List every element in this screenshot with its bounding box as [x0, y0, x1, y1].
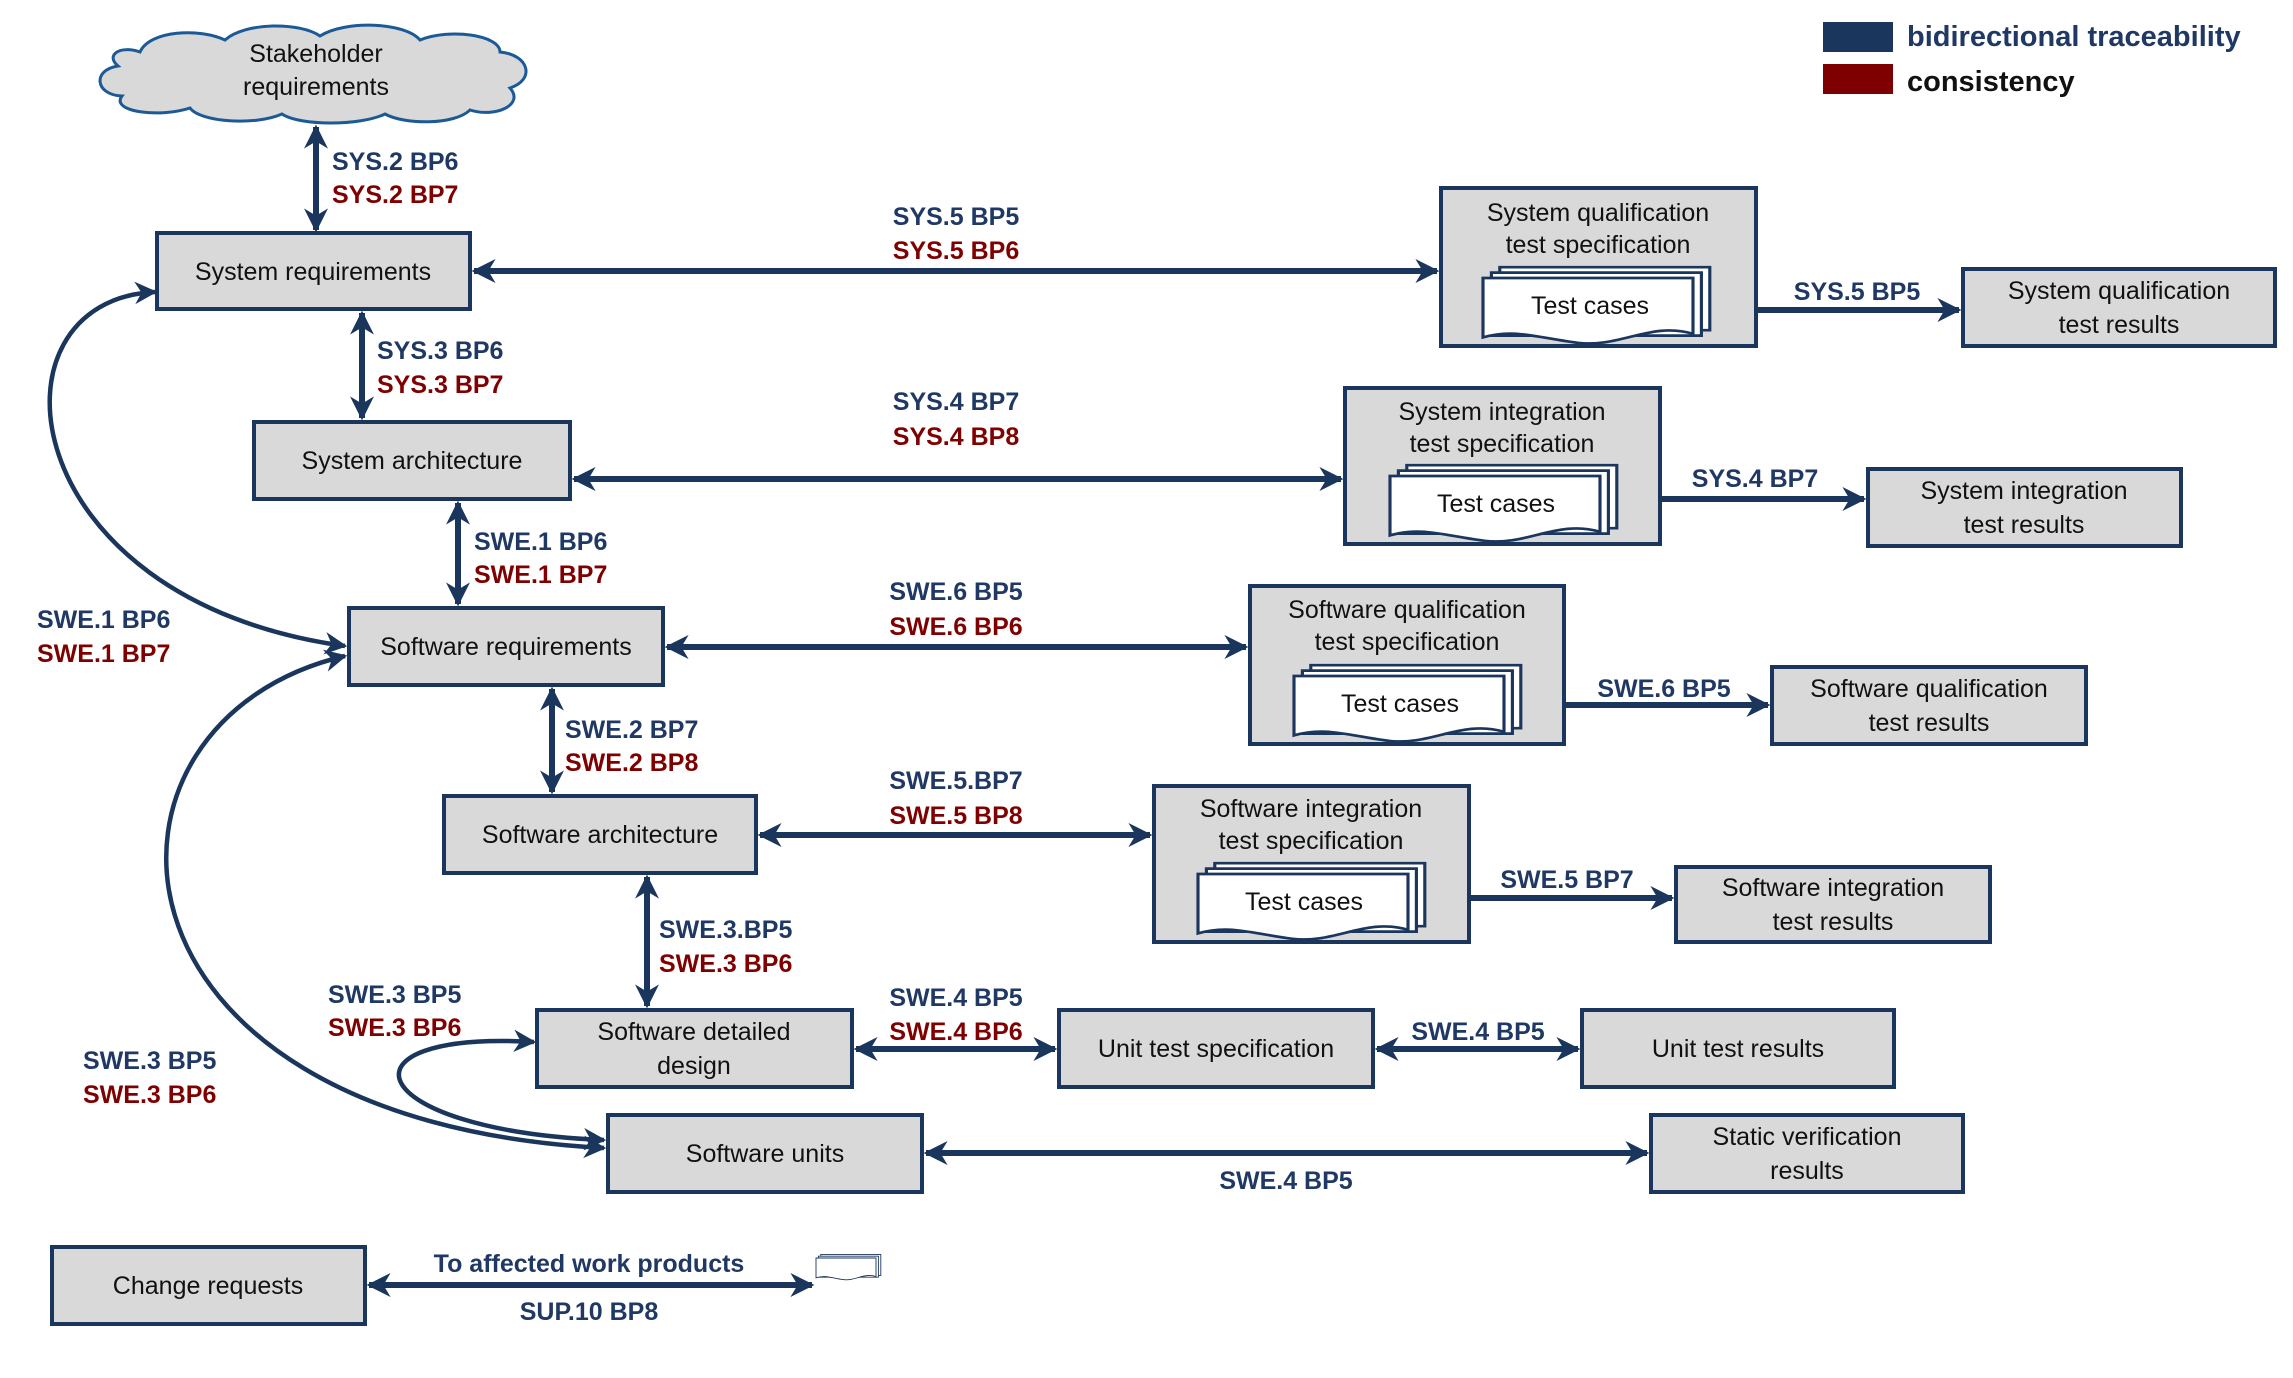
- label-consistency: SWE.3 BP6: [83, 1081, 216, 1109]
- node-label-line2: test specification: [1219, 827, 1404, 855]
- legend: bidirectional traceability consistency: [1823, 21, 2241, 98]
- node-label-line1: System qualification: [2008, 277, 2230, 305]
- node-software-qualification-test-results[interactable]: Software qualification test results: [1770, 665, 2088, 746]
- node-label-line2: test results: [1964, 511, 2085, 539]
- node-label-line1: Software integration: [1200, 795, 1422, 823]
- label-consistency: SWE.4 BP6: [889, 1018, 1022, 1046]
- node-software-units[interactable]: Software units: [606, 1113, 924, 1194]
- node-label-line2: test results: [1869, 709, 1990, 737]
- label-consistency: SYS.4 BP8: [893, 423, 1020, 451]
- node-label: System architecture: [302, 447, 523, 475]
- label-consistency: SWE.5 BP8: [889, 802, 1022, 830]
- label-trace: SWE.6 BP5: [1597, 675, 1730, 703]
- node-label-line1: Software qualification: [1810, 675, 2048, 703]
- node-label-line1: System qualification: [1487, 199, 1709, 227]
- label-consistency: SYS.5 BP6: [893, 237, 1019, 265]
- node-label-line2: test specification: [1506, 231, 1691, 259]
- node-label-line2: test specification: [1315, 628, 1500, 656]
- node-label: Change requests: [113, 1272, 303, 1300]
- node-system-qualification-test-results[interactable]: System qualification test results: [1961, 267, 2277, 348]
- node-system-integration-test-spec[interactable]: System integration test specification Te…: [1343, 386, 1662, 546]
- label-trace: SWE.3.BP5: [659, 916, 792, 944]
- node-label: System requirements: [195, 258, 431, 286]
- label-trace: SWE.5.BP7: [889, 767, 1022, 795]
- label-trace: SYS.2 BP6: [332, 148, 458, 176]
- label-change-bottom: SUP.10 BP8: [520, 1298, 659, 1326]
- label-trace: SYS.4 BP7: [1692, 465, 1818, 493]
- label-trace: SWE.3 BP5: [328, 981, 461, 1009]
- label-trace: SWE.3 BP5: [83, 1047, 216, 1075]
- label-trace: SYS.4 BP7: [893, 388, 1019, 416]
- node-software-qualification-test-spec[interactable]: Software qualification test specificatio…: [1248, 584, 1566, 746]
- label-consistency: SYS.3 BP7: [377, 371, 503, 399]
- label-trace: SWE.1 BP6: [474, 528, 607, 556]
- label-trace: SYS.3 BP6: [377, 337, 503, 365]
- node-label-line2: design: [657, 1052, 731, 1080]
- node-system-qualification-test-spec[interactable]: System qualification test specification …: [1439, 186, 1758, 348]
- label-consistency: SWE.2 BP8: [565, 749, 698, 777]
- node-label: Software units: [686, 1140, 844, 1168]
- node-label-line2: test specification: [1410, 430, 1595, 458]
- node-label-line1: Software integration: [1722, 874, 1944, 902]
- test-cases-label: Test cases: [1341, 690, 1459, 718]
- node-label-line1: System integration: [1920, 477, 2127, 505]
- node-static-verification-results[interactable]: Static verification results: [1649, 1113, 1965, 1194]
- test-cases-label: Test cases: [1531, 292, 1649, 320]
- node-unit-test-specification[interactable]: Unit test specification: [1057, 1008, 1375, 1089]
- node-label: Software requirements: [380, 633, 632, 661]
- label-trace: SWE.1 BP6: [37, 606, 170, 634]
- node-software-integration-test-results[interactable]: Software integration test results: [1674, 865, 1992, 944]
- node-label: Unit test specification: [1098, 1035, 1334, 1063]
- label-trace: SWE.2 BP7: [565, 716, 698, 744]
- node-label-line1: Static verification: [1713, 1123, 1902, 1151]
- node-label-line2: results: [1770, 1157, 1844, 1185]
- node-stakeholder-requirements[interactable]: Stakeholder requirements: [98, 23, 528, 125]
- label-consistency: SWE.1 BP7: [474, 561, 607, 589]
- node-software-architecture[interactable]: Software architecture: [442, 794, 758, 875]
- stakeholder-line1: Stakeholder: [249, 40, 382, 68]
- label-consistency: SWE.1 BP7: [37, 640, 170, 668]
- label-trace: SWE.4 BP5: [1219, 1167, 1352, 1195]
- label-trace: SYS.5 BP5: [1794, 278, 1921, 306]
- label-consistency: SWE.3 BP6: [328, 1014, 461, 1042]
- node-software-detailed-design[interactable]: Software detailed design: [535, 1008, 854, 1089]
- label-consistency: SWE.3 BP6: [659, 950, 792, 978]
- node-system-architecture[interactable]: System architecture: [252, 420, 572, 501]
- node-label-line2: test results: [2059, 311, 2180, 339]
- label-trace: SWE.6 BP5: [889, 578, 1022, 606]
- node-label-line1: Software detailed: [597, 1018, 790, 1046]
- node-software-integration-test-spec[interactable]: Software integration test specification …: [1152, 784, 1471, 944]
- node-system-integration-test-results[interactable]: System integration test results: [1866, 467, 2183, 548]
- node-unit-test-results[interactable]: Unit test results: [1580, 1008, 1896, 1089]
- stakeholder-line2: requirements: [243, 73, 389, 101]
- legend-label-traceability: bidirectional traceability: [1907, 21, 2241, 53]
- node-label-line1: Software qualification: [1288, 596, 1526, 624]
- legend-swatch-traceability: [1823, 22, 1893, 52]
- label-trace: SYS.5 BP5: [893, 203, 1020, 231]
- node-software-requirements[interactable]: Software requirements: [347, 606, 665, 687]
- test-cases-label: Test cases: [1437, 490, 1555, 518]
- node-label-line2: test results: [1773, 908, 1894, 936]
- label-trace: SWE.5 BP7: [1500, 866, 1633, 894]
- affected-work-products-icon: [815, 1253, 882, 1281]
- node-system-requirements[interactable]: System requirements: [155, 231, 472, 311]
- node-label-line1: System integration: [1398, 398, 1605, 426]
- label-trace: SWE.4 BP5: [1411, 1018, 1544, 1046]
- test-cases-label: Test cases: [1245, 888, 1363, 916]
- legend-swatch-consistency: [1823, 64, 1893, 94]
- node-change-requests[interactable]: Change requests: [50, 1245, 367, 1326]
- label-consistency: SWE.6 BP6: [889, 613, 1022, 641]
- node-label: Software architecture: [482, 821, 718, 849]
- node-label: Unit test results: [1652, 1035, 1824, 1063]
- label-change-top: To affected work products: [434, 1250, 745, 1278]
- legend-label-consistency: consistency: [1907, 66, 2075, 98]
- label-trace: SWE.4 BP5: [889, 984, 1022, 1012]
- label-consistency: SYS.2 BP7: [332, 181, 458, 209]
- traceability-diagram: bidirectional traceability consistency S…: [37, 21, 2277, 1326]
